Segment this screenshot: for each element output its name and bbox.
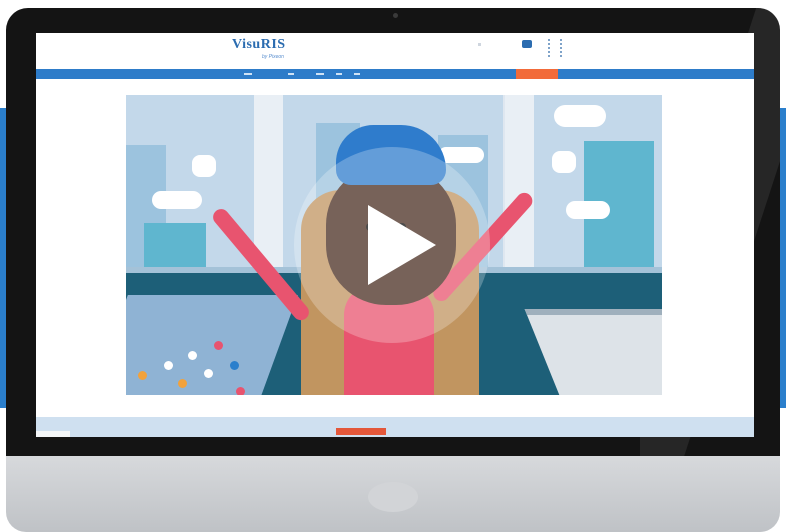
site-logo-subtext: by Pixeon — [262, 54, 284, 60]
panel-knob — [138, 371, 147, 380]
panel-knob — [236, 387, 245, 395]
camera-dot — [393, 13, 398, 18]
window-pillar — [254, 95, 283, 273]
thumbs-up-hand — [552, 151, 576, 173]
panel-knob — [204, 369, 213, 378]
nav-cta-button[interactable] — [516, 69, 558, 79]
window-pillar — [505, 95, 534, 273]
cloud — [566, 201, 610, 219]
panel-knob — [178, 379, 187, 388]
site-logo[interactable]: VisuRIS — [232, 37, 286, 53]
header-search-icon[interactable] — [478, 43, 481, 46]
cloud — [152, 191, 202, 209]
footer-tab[interactable] — [36, 431, 70, 437]
monitor-screen: VisuRIS by Pixeon — [36, 33, 754, 437]
nav-item[interactable] — [354, 73, 360, 75]
panel-knob — [164, 361, 173, 370]
building — [144, 223, 206, 273]
panel-knob — [188, 351, 197, 360]
panel-knob — [214, 341, 223, 350]
site-header: VisuRIS by Pixeon — [36, 33, 754, 69]
cloud — [554, 105, 606, 127]
page-footer-band — [36, 417, 754, 437]
nav-item[interactable] — [288, 73, 294, 75]
panel-knob — [230, 361, 239, 370]
language-icon[interactable] — [548, 39, 562, 57]
nav-bar — [36, 69, 754, 79]
monitor-logo — [368, 482, 418, 512]
nav-item[interactable] — [244, 73, 252, 75]
chat-icon[interactable] — [522, 40, 532, 48]
play-icon — [368, 205, 436, 285]
play-button[interactable] — [294, 147, 490, 343]
footer-cta-button[interactable] — [336, 428, 386, 435]
video-player[interactable] — [126, 95, 662, 395]
nav-item[interactable] — [336, 73, 342, 75]
thumbs-up-hand — [192, 155, 216, 177]
nav-item[interactable] — [316, 73, 324, 75]
